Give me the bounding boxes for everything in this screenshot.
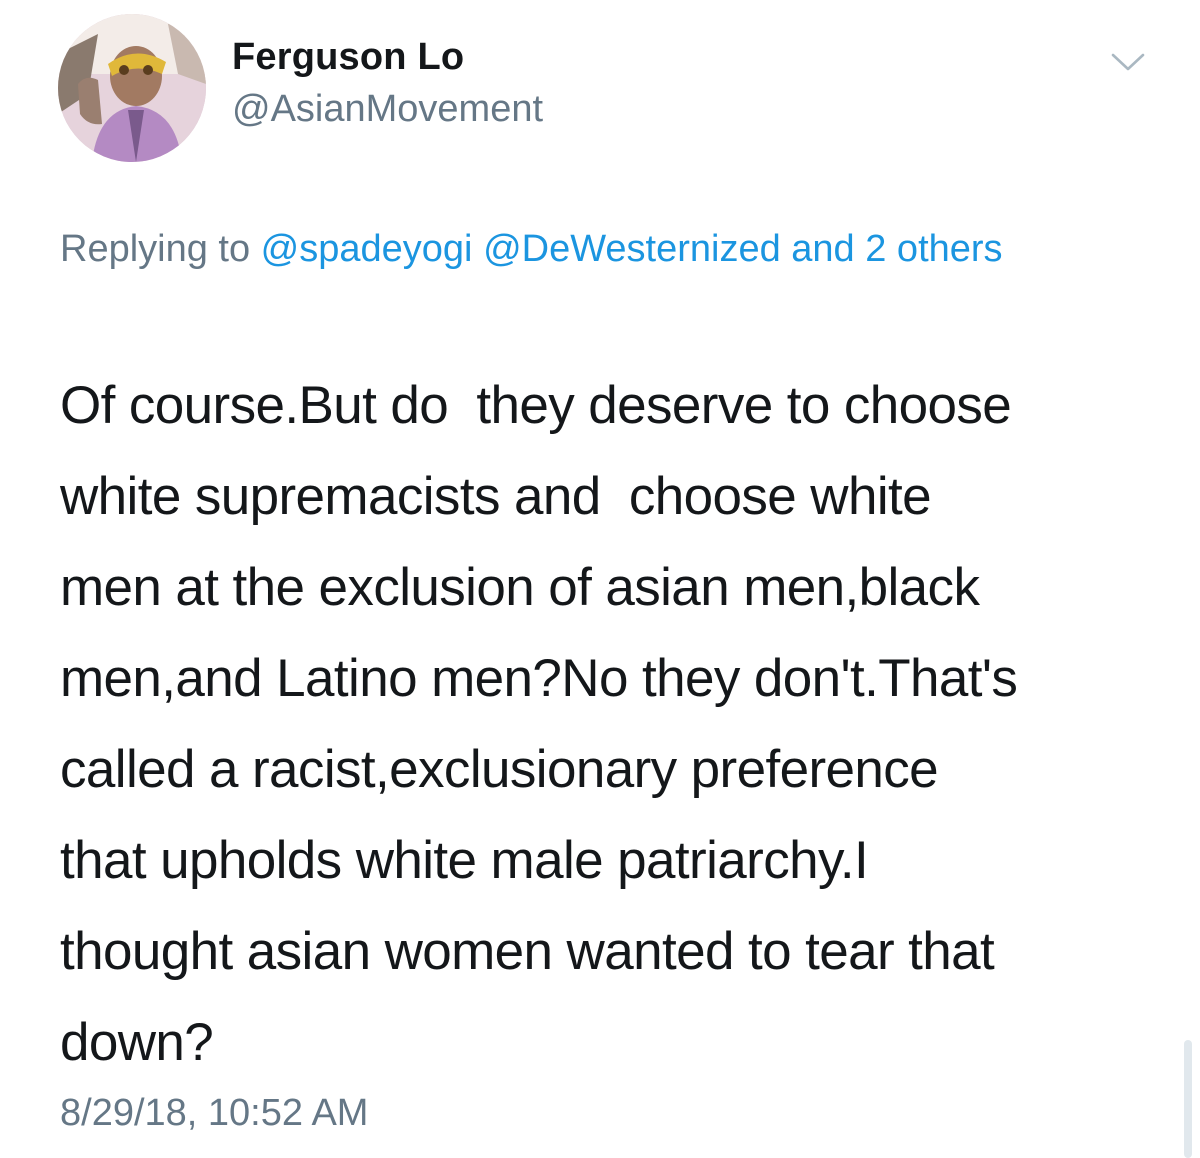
scroll-indicator <box>1184 1040 1192 1158</box>
tweet-text-line: thought asian women wanted to tear that <box>60 922 995 981</box>
avatar[interactable] <box>58 14 206 162</box>
tweet-timestamp[interactable]: 8/29/18, 10:52 AM <box>60 1092 368 1135</box>
tweet-text-line: men,and Latino men?No they don't.That's <box>60 649 1018 708</box>
chevron-down-icon[interactable] <box>1110 50 1146 74</box>
user-handle[interactable]: @AsianMovement <box>232 88 543 131</box>
tweet-text-line: called a racist,exclusionary preference <box>60 740 939 799</box>
replying-to-line: Replying to @spadeyogi @DeWesternized an… <box>60 218 1160 280</box>
mention-spadeyogi[interactable]: @spadeyogi <box>261 228 473 270</box>
mention-dewesternized[interactable]: @DeWesternized <box>483 228 781 270</box>
tweet-text-line: down? <box>60 1013 214 1072</box>
display-name[interactable]: Ferguson Lo <box>232 36 464 79</box>
tweet-text-line: men at the exclusion of asian men,black <box>60 558 980 617</box>
tweet-text-line: white supremacists and choose white <box>60 467 932 526</box>
replying-prefix: Replying to <box>60 228 261 270</box>
tweet-text-line: that upholds white male patriarchy.I <box>60 831 869 890</box>
tweet-text-line: Of course.But do they deserve to choose <box>60 376 1012 435</box>
profile-photo-icon <box>58 14 206 162</box>
replying-others-link[interactable]: and 2 others <box>791 228 1002 270</box>
tweet-card: Ferguson Lo @AsianMovement Replying to @… <box>0 0 1200 1158</box>
tweet-text: Of course.But do they deserve to choose … <box>60 360 1175 1088</box>
